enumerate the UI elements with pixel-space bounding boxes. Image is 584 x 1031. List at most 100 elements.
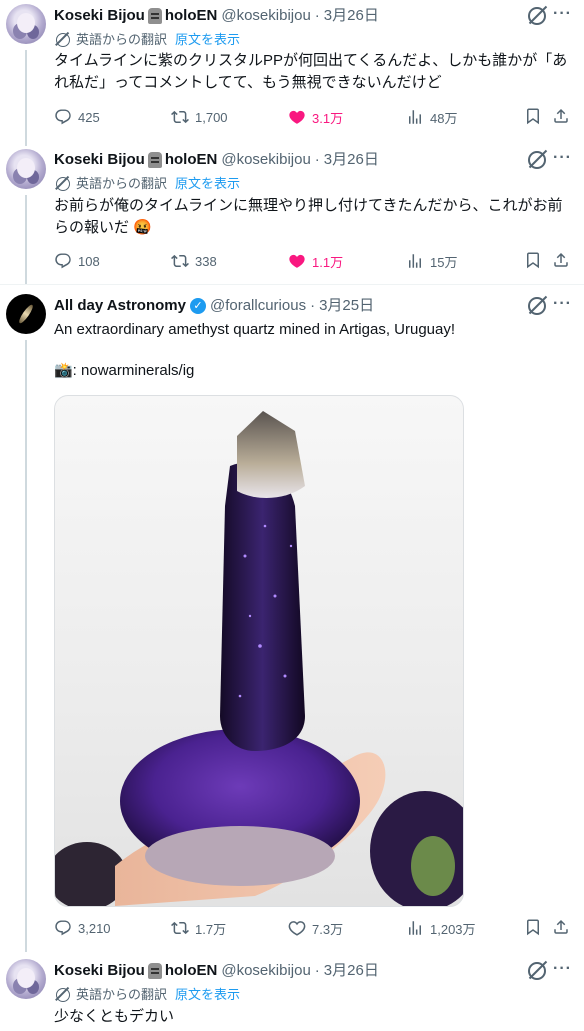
translation-notice: 英語からの翻訳 原文を表示: [56, 986, 240, 1004]
like-button[interactable]: 3.1万: [288, 107, 343, 127]
translate-icon: [56, 177, 70, 191]
tweet[interactable]: Koseki Bijou holoEN @kosekibijou · 3月26日…: [0, 0, 584, 140]
reply-count: 108: [78, 253, 100, 269]
grok-icon[interactable]: [528, 151, 546, 169]
more-options-icon[interactable]: ···: [553, 149, 572, 167]
grok-icon[interactable]: [528, 962, 546, 980]
handle[interactable]: @forallcurious: [210, 296, 306, 316]
tweet-header: Koseki Bijou holoEN @kosekibijou · 3月26日: [54, 150, 379, 170]
separator: ·: [310, 297, 316, 314]
timestamp[interactable]: 3月25日: [319, 296, 374, 316]
display-name[interactable]: All day Astronomy: [54, 296, 186, 316]
handle[interactable]: @kosekibijou: [221, 961, 310, 981]
handle[interactable]: @kosekibijou: [221, 150, 310, 170]
amethyst-photo-illustration: [55, 411, 463, 906]
tweet-text: An extraordinary amethyst quartz mined i…: [54, 321, 456, 338]
translated-label: 英語からの翻訳: [76, 32, 168, 47]
reply-icon: [54, 919, 72, 937]
separator: ·: [314, 7, 320, 24]
separator: ·: [314, 151, 320, 168]
show-original-link[interactable]: 原文を表示: [175, 986, 240, 1004]
repost-button[interactable]: 1,700: [171, 107, 228, 127]
avatar[interactable]: [6, 959, 46, 999]
photo-credit: 📸: nowarminerals/ig: [54, 362, 195, 379]
tweet-text: お前らが俺のタイムラインに無理やり押し付けてきたんだから、これがお前らの報いだ …: [54, 197, 563, 236]
tweet-actions: 3,210 1.7万 7.3万 1,203万: [54, 918, 576, 938]
tweet-header: All day Astronomy ✓ @forallcurious · 3月2…: [54, 296, 374, 316]
tweet-photo[interactable]: [54, 395, 464, 907]
reply-icon: [54, 252, 72, 270]
handle[interactable]: @kosekibijou: [221, 6, 310, 26]
reply-icon: [54, 108, 72, 126]
views-button[interactable]: 48万: [406, 107, 457, 127]
repost-icon: [171, 108, 189, 126]
share-icon[interactable]: [552, 107, 570, 125]
translated-label: 英語からの翻訳: [76, 987, 168, 1002]
timestamp[interactable]: 3月26日: [324, 6, 379, 26]
bookmark-icon[interactable]: [524, 918, 542, 936]
like-count: 7.3万: [312, 921, 344, 937]
avatar[interactable]: [6, 149, 46, 189]
bookmark-icon[interactable]: [524, 251, 542, 269]
repost-button[interactable]: 1.7万: [171, 918, 226, 938]
like-button[interactable]: 1.1万: [288, 251, 343, 271]
repost-button[interactable]: 338: [171, 251, 217, 271]
tweet-text: 少なくともデカい: [54, 1008, 175, 1025]
views-button[interactable]: 15万: [406, 251, 457, 271]
like-count: 3.1万: [312, 110, 344, 126]
more-options-icon[interactable]: ···: [553, 295, 572, 313]
tweet-header: Koseki Bijou holoEN @kosekibijou · 3月26日: [54, 6, 379, 26]
more-options-icon[interactable]: ···: [553, 960, 572, 978]
view-count: 48万: [430, 110, 458, 126]
timestamp[interactable]: 3月26日: [324, 961, 379, 981]
bookmark-icon[interactable]: [524, 107, 542, 125]
show-original-link[interactable]: 原文を表示: [175, 31, 240, 49]
translation-notice: 英語からの翻訳 原文を表示: [56, 175, 240, 193]
view-count: 15万: [430, 254, 458, 270]
moai-emoji-icon: [147, 963, 162, 979]
grok-icon[interactable]: [528, 297, 546, 315]
reply-button[interactable]: 3,210: [54, 918, 111, 938]
verified-badge-icon: ✓: [189, 298, 206, 314]
views-icon: [406, 108, 424, 126]
show-original-link[interactable]: 原文を表示: [175, 175, 240, 193]
avatar[interactable]: [6, 294, 46, 334]
display-name[interactable]: Koseki Bijou: [54, 150, 145, 170]
views-button[interactable]: 1,203万: [406, 918, 476, 938]
timestamp[interactable]: 3月26日: [324, 150, 379, 170]
views-icon: [406, 252, 424, 270]
translated-label: 英語からの翻訳: [76, 176, 168, 191]
tweet[interactable]: Koseki Bijou holoEN @kosekibijou · 3月26日…: [0, 145, 584, 283]
tweet-actions: 425 1,700 3.1万 48万: [54, 107, 576, 127]
moai-emoji-icon: [147, 8, 162, 24]
translation-notice: 英語からの翻訳 原文を表示: [56, 31, 240, 49]
share-icon[interactable]: [552, 918, 570, 936]
repost-count: 338: [195, 253, 217, 269]
tweet-actions: 108 338 1.1万 15万: [54, 251, 576, 271]
display-name-suffix[interactable]: holoEN: [165, 150, 218, 170]
reply-count: 3,210: [78, 920, 111, 936]
more-options-icon[interactable]: ···: [553, 5, 572, 23]
grok-icon[interactable]: [528, 7, 546, 25]
like-count: 1.1万: [312, 254, 344, 270]
separator: ·: [314, 962, 320, 979]
translate-icon: [56, 33, 70, 47]
repost-icon: [171, 919, 189, 937]
display-name[interactable]: Koseki Bijou: [54, 961, 145, 981]
heart-icon: [288, 919, 306, 937]
reply-count: 425: [78, 109, 100, 125]
heart-filled-icon: [288, 108, 306, 126]
avatar[interactable]: [6, 4, 46, 44]
repost-count: 1,700: [195, 109, 228, 125]
display-name-suffix[interactable]: holoEN: [165, 961, 218, 981]
reply-button[interactable]: 108: [54, 251, 100, 271]
tweet[interactable]: Koseki Bijou holoEN @kosekibijou · 3月26日…: [0, 955, 584, 1031]
share-icon[interactable]: [552, 251, 570, 269]
tweet-text: タイムラインに紫のクリスタルPPが何回出てくるんだよ、しかも誰かが「あれ私だ」っ…: [54, 52, 568, 91]
translate-icon: [56, 988, 70, 1002]
view-count: 1,203万: [430, 921, 476, 937]
display-name-suffix[interactable]: holoEN: [165, 6, 218, 26]
display-name[interactable]: Koseki Bijou: [54, 6, 145, 26]
reply-button[interactable]: 425: [54, 107, 100, 127]
like-button[interactable]: 7.3万: [288, 918, 343, 938]
